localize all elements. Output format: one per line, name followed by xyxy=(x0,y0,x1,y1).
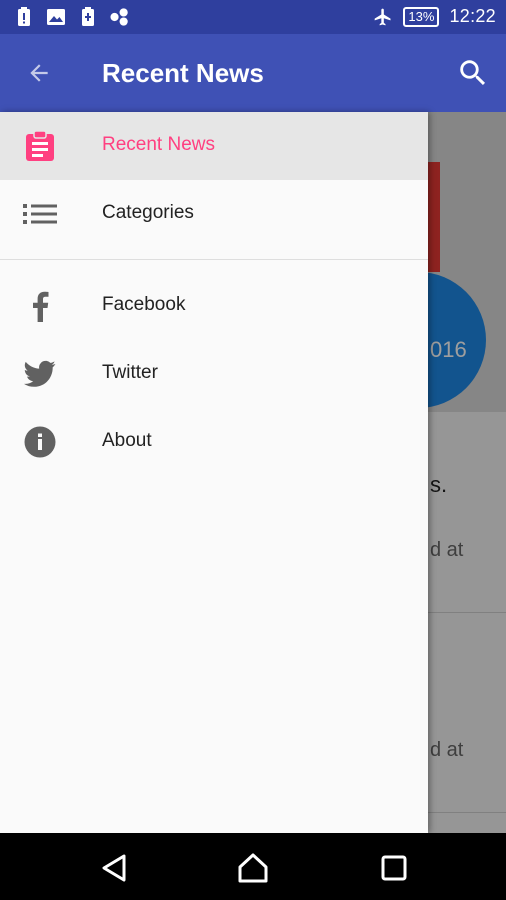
navigation-drawer: Recent News Categories Facebook Twitter … xyxy=(0,112,428,833)
drawer-item-label: Categories xyxy=(102,202,194,223)
drawer-item-categories[interactable]: Categories xyxy=(0,180,428,248)
back-triangle-icon[interactable] xyxy=(97,851,131,885)
arrow-back-icon[interactable] xyxy=(22,56,56,90)
home-icon[interactable] xyxy=(236,851,270,885)
image-icon xyxy=(46,7,66,27)
drawer-divider xyxy=(0,259,428,260)
status-bar: 13% 12:22 xyxy=(0,0,506,34)
app-toolbar: Recent News xyxy=(0,34,506,112)
status-notifications xyxy=(14,7,130,27)
drawer-item-label: Recent News xyxy=(102,134,215,155)
alert-battery-icon xyxy=(14,7,34,27)
page-title: Recent News xyxy=(102,58,264,88)
recents-square-icon[interactable] xyxy=(377,851,411,885)
search-icon[interactable] xyxy=(454,54,492,92)
clipboard-icon xyxy=(22,128,58,164)
list-icon xyxy=(22,196,58,232)
system-navigation-bar xyxy=(0,833,506,900)
battery-percent: 13% xyxy=(403,6,440,27)
facebook-icon xyxy=(22,288,58,324)
drawer-item-label: Twitter xyxy=(102,362,158,383)
drawer-item-label: Facebook xyxy=(102,294,186,315)
info-icon xyxy=(22,424,58,460)
drawer-item-twitter[interactable]: Twitter xyxy=(0,340,428,408)
drawer-item-facebook[interactable]: Facebook xyxy=(0,272,428,340)
status-system: 13% 12:22 xyxy=(373,6,496,27)
drawer-item-label: About xyxy=(102,430,152,451)
drawer-item-about[interactable]: About xyxy=(0,408,428,476)
drawer-item-recent-news[interactable]: Recent News xyxy=(0,112,428,180)
clock: 12:22 xyxy=(449,6,496,26)
battery-charging-icon xyxy=(78,7,98,27)
twitter-icon xyxy=(22,356,58,392)
airplane-icon xyxy=(373,7,393,27)
share-network-icon xyxy=(110,7,130,27)
